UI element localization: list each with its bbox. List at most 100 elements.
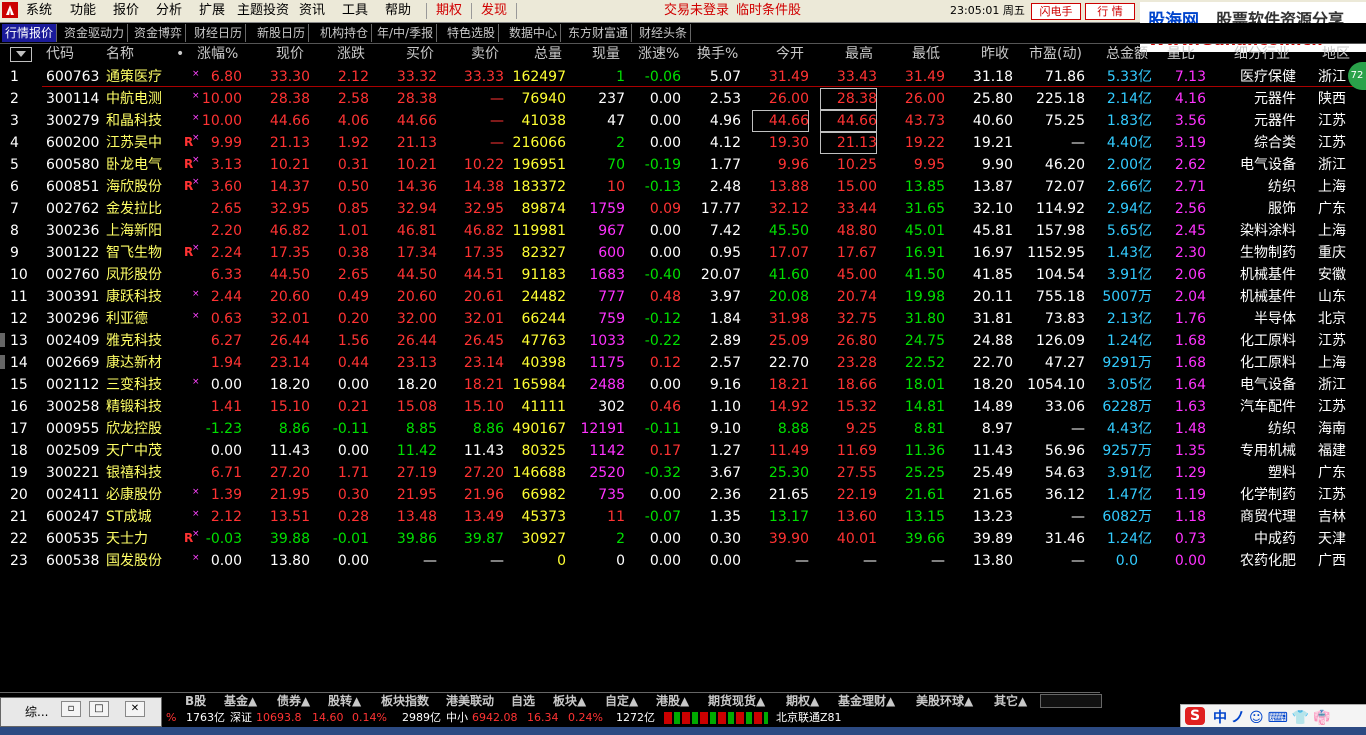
tab-finance-headlines[interactable]: 财经头条 xyxy=(636,24,692,42)
table-row[interactable]: 23 600538 国发股份 0.00 13.80 0.00 — — 0 0 0.00 0.00 — — —… xyxy=(0,550,1366,572)
tab-quote[interactable]: 行情报价 xyxy=(2,24,58,42)
table-row[interactable]: 2 300114 中航电测 10.00 28.38 2.58 28.38—76940 237 0… xyxy=(0,88,1366,110)
btab-futures[interactable]: 期货现货▲ xyxy=(708,693,765,709)
status-zx-label[interactable]: 中小 xyxy=(446,709,468,727)
btab-fund-finance[interactable]: 基金理财▲ xyxy=(838,693,895,709)
btab-funds[interactable]: 基金▲ xyxy=(224,693,257,709)
tab-ipo-calendar[interactable]: 新股日历 xyxy=(254,24,310,42)
table-row[interactable]: 19 300221 银禧科技 6.71 27.20 1.71 27.19 27.20 14668… xyxy=(0,462,1366,484)
maximize-icon[interactable]: □ xyxy=(89,701,109,717)
horizontal-scrollbar[interactable] xyxy=(1040,694,1102,708)
menu-options[interactable]: 期权 xyxy=(436,0,462,22)
menu-news[interactable]: 资讯 xyxy=(299,0,325,22)
col-industry[interactable]: 细分行业 xyxy=(1234,44,1290,64)
table-row[interactable]: 9 300122 智飞生物 2.24 17.35 0.38 17.34 17.35 82327 6… xyxy=(0,242,1366,264)
status-network[interactable]: 北京联通Z81 xyxy=(776,709,842,727)
col-ask[interactable]: 卖价 xyxy=(471,44,499,64)
btab-custom[interactable]: 自定▲ xyxy=(605,693,638,709)
table-row[interactable]: 5 600580 卧龙电气 3.13 10.21 0.31 10.21 10.22 196951… xyxy=(0,154,1366,176)
temp-condition-stocks[interactable]: 临时条件股 xyxy=(736,0,801,22)
col-code[interactable]: 代码 xyxy=(46,44,74,64)
table-row[interactable]: 6 600851 海欣股份 3.60 14.37 0.50 14.36 14.38 183372… xyxy=(0,176,1366,198)
tab-featured-screen[interactable]: 特色选股 xyxy=(444,24,500,42)
col-low[interactable]: 最低 xyxy=(912,44,940,64)
col-amount[interactable]: 总金额 xyxy=(1106,44,1148,64)
cell-unit: 亿 xyxy=(1138,135,1152,151)
col-name[interactable]: 名称 xyxy=(106,44,134,64)
col-vol-ratio[interactable]: 量比 xyxy=(1167,44,1195,64)
tab-data-center[interactable]: 数据中心 xyxy=(506,24,562,42)
table-row[interactable]: 1 600763 通策医疗 6.80 33.30 2.12 33.32 33.33 162497… xyxy=(0,66,1366,88)
menu-help[interactable]: 帮助 xyxy=(385,0,411,22)
col-turnover[interactable]: 换手% xyxy=(697,44,738,64)
tab-capital-game[interactable]: 资金博弈 xyxy=(131,24,187,42)
menu-analysis[interactable]: 分析 xyxy=(156,0,182,22)
col-high[interactable]: 最高 xyxy=(845,44,873,64)
col-bid[interactable]: 买价 xyxy=(406,44,434,64)
market-button[interactable]: 行 情 xyxy=(1085,3,1135,20)
tab-capital-drive[interactable]: 资金驱动力 xyxy=(61,24,129,42)
col-pe[interactable]: 市盈(动) xyxy=(1029,44,1082,64)
btab-options[interactable]: 期权▲ xyxy=(786,693,819,709)
col-price[interactable]: 现价 xyxy=(276,44,304,64)
menu-extend[interactable]: 扩展 xyxy=(199,0,225,22)
menu-function[interactable]: 功能 xyxy=(70,0,96,22)
table-row[interactable]: 8 300236 上海新阳 2.20 46.82 1.01 46.81 46.82 119981… xyxy=(0,220,1366,242)
ime-toolbar[interactable]: S 中ノ☺⌨👕👘 xyxy=(1180,704,1366,729)
sort-dropdown-icon[interactable] xyxy=(10,47,32,62)
restore-icon[interactable]: ▫ xyxy=(61,701,81,717)
menu-theme-invest[interactable]: 主题投资 xyxy=(237,0,289,22)
app-logo-icon[interactable] xyxy=(2,2,18,18)
sogou-ime-icon[interactable]: S xyxy=(1185,707,1205,725)
table-row[interactable]: 13 002409 雅克科技 6.27 26.44 1.56 26.44 26.45 47763… xyxy=(0,330,1366,352)
tab-eastmoney[interactable]: 东方财富通 xyxy=(565,24,633,42)
menu-discover[interactable]: 发现 xyxy=(481,0,507,22)
table-row[interactable]: 21 600247 ST成城 2.12 13.51 0.28 13.48 13.49 45373… xyxy=(0,506,1366,528)
col-region[interactable]: 地区 xyxy=(1322,44,1350,64)
btab-us-global[interactable]: 美股环球▲ xyxy=(916,693,973,709)
btab-bonds[interactable]: 债券▲ xyxy=(277,693,310,709)
flash-trade-button[interactable]: 闪电手 xyxy=(1031,3,1081,20)
col-open[interactable]: 今开 xyxy=(776,44,804,64)
btab-other[interactable]: 其它▲ xyxy=(994,693,1027,709)
table-row[interactable]: 17 000955 欣龙控股 -1.23 8.86 -0.11 8.85 8.86 490167… xyxy=(0,418,1366,440)
btab-b-shares[interactable]: B股 xyxy=(185,693,206,709)
menu-system[interactable]: 系统 xyxy=(26,0,52,22)
menu-quote[interactable]: 报价 xyxy=(113,0,139,22)
btab-sector-index[interactable]: 板块指数 xyxy=(381,693,429,709)
cell-turn: 2.36 xyxy=(709,487,741,503)
tab-institution-holding[interactable]: 机构持仓 xyxy=(317,24,373,42)
table-row[interactable]: 15 002112 三变科技 0.00 18.20 0.00 18.20 18.21 16598… xyxy=(0,374,1366,396)
tab-econ-calendar[interactable]: 财经日历 xyxy=(191,24,247,42)
trade-login-notice[interactable]: 交易未登录 xyxy=(664,0,729,22)
col-pct[interactable]: 涨幅% xyxy=(197,44,238,64)
btab-hk-stocks[interactable]: 港股▲ xyxy=(656,693,689,709)
btab-watchlist[interactable]: 自选 xyxy=(511,693,535,709)
table-row[interactable]: 22 600535 天士力 -0.03 39.88 -0.01 39.86 39.87 3092… xyxy=(0,528,1366,550)
col-change[interactable]: 涨跌 xyxy=(337,44,365,64)
btab-sectors[interactable]: 板块▲ xyxy=(553,693,586,709)
col-cur-vol[interactable]: 现量 xyxy=(592,44,620,64)
col-prev-close[interactable]: 昨收 xyxy=(981,44,1009,64)
status-sz-label[interactable]: 深证 xyxy=(230,709,252,727)
col-volume[interactable]: 总量 xyxy=(534,44,562,64)
btab-hk-us-link[interactable]: 港美联动 xyxy=(446,693,494,709)
table-row[interactable]: 11 300391 康跃科技 2.44 20.60 0.49 20.60 20.61 24482… xyxy=(0,286,1366,308)
menu-tools[interactable]: 工具 xyxy=(342,0,368,22)
table-row[interactable]: 12 300296 利亚德 0.63 32.01 0.20 32.00 32.01 66244 7… xyxy=(0,308,1366,330)
table-row[interactable]: 16 300258 精锻科技 1.41 15.10 0.21 15.08 15.10 41111… xyxy=(0,396,1366,418)
cell-reg: 广东 xyxy=(1318,465,1346,481)
table-row[interactable]: 3 300279 和晶科技 10.00 44.66 4.06 44.66—41038 47 0.… xyxy=(0,110,1366,132)
col-speed[interactable]: 涨速% xyxy=(638,44,679,64)
table-row[interactable]: 20 002411 必康股份 1.39 21.95 0.30 21.95 21.96 66982… xyxy=(0,484,1366,506)
ime-status-icons[interactable]: 中ノ☺⌨👕👘 xyxy=(1213,707,1335,727)
table-row[interactable]: 7 002762 金发拉比 2.65 32.95 0.85 32.94 32.95 89874 1… xyxy=(0,198,1366,220)
table-row[interactable]: 14 002669 康达新材 1.94 23.14 0.44 23.13 23.14 40398… xyxy=(0,352,1366,374)
table-row[interactable]: 10 002760 凤形股份 6.33 44.50 2.65 44.50 44.51 91183… xyxy=(0,264,1366,286)
table-row[interactable]: 4 600200 江苏吴中 9.99 21.13 1.92 21.13—216066 2 0.0… xyxy=(0,132,1366,154)
tab-reports[interactable]: 年/中/季报 xyxy=(374,24,438,42)
table-row[interactable]: 18 002509 天广中茂 0.00 11.43 0.00 11.42 11.43 80325… xyxy=(0,440,1366,462)
close-icon[interactable]: ✕ xyxy=(125,701,145,717)
btab-share-transfer[interactable]: 股转▲ xyxy=(328,693,361,709)
minimized-window[interactable]: 综... ▫ □ ✕ xyxy=(0,697,162,727)
